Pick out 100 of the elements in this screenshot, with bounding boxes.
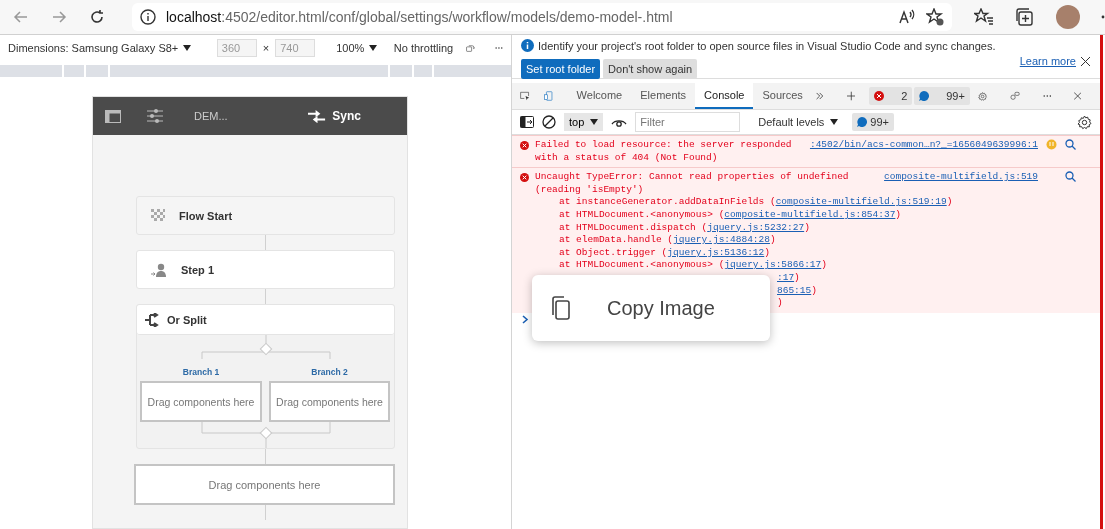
levels-dropdown[interactable]: Default levels [752, 115, 845, 129]
throttling-label[interactable]: No throttling [393, 42, 454, 54]
error-count[interactable]: 2 [869, 87, 913, 105]
avatar[interactable] [1056, 5, 1080, 29]
source-link[interactable]: :17 [777, 271, 795, 283]
source-link[interactable]: jquery.js:5136:12 [667, 246, 765, 258]
tab[interactable]: Elements [631, 83, 696, 109]
clear-console-icon[interactable] [542, 115, 556, 129]
checkered-flag-icon [151, 208, 165, 223]
device-dropdown[interactable]: Dimensions: Samsung Galaxy S8+ [8, 42, 192, 54]
menu-item[interactable]: Copy Image [532, 283, 770, 333]
error-icon [874, 91, 885, 101]
stack-frame: at HTMLDocument.<anonymous> (jquery.js:5866:17) [535, 259, 1092, 272]
ruler-segment [0, 65, 62, 77]
ruler-segment [390, 65, 412, 77]
more-tabs-icon[interactable] [815, 90, 823, 102]
settings-icon[interactable] [1077, 114, 1092, 130]
stack-frame: ) [777, 297, 783, 310]
source-link[interactable]: jquery.js:5232:27 [707, 221, 805, 233]
tab[interactable]: Welcome [567, 83, 632, 109]
source-link[interactable]: 865:15 [777, 284, 812, 296]
sync-button[interactable]: Sync [302, 108, 367, 124]
error-message: Failed to load resource: the server responded with a status of 404 (Not Found) [535, 139, 793, 165]
side-panel-icon[interactable] [105, 109, 121, 123]
stack-frame: at HTMLDocument.<anonymous> (composite-multifield.js:854:37) [535, 208, 1092, 222]
read-aloud-icon[interactable] [898, 9, 916, 25]
swap-arrows-icon [308, 109, 327, 123]
message-count[interactable]: 99+ [852, 113, 894, 131]
drop-zone[interactable]: Drag components here [269, 381, 390, 422]
search-icon[interactable] [1065, 139, 1076, 150]
info-icon [140, 9, 156, 25]
tab[interactable]: Console [695, 83, 754, 109]
tab[interactable]: Sources [753, 83, 812, 109]
drop-zone[interactable]: Drag components here [134, 464, 395, 505]
sidebar-toggle-icon[interactable] [520, 116, 534, 128]
reload-icon[interactable] [89, 9, 105, 25]
dropdown-caret-icon [369, 45, 378, 51]
info-message: Identify your project's root folder to open source files in Visual Studio Code and sync changes. [538, 39, 996, 52]
source-link[interactable]: jquery.js:5866:17 [724, 259, 822, 271]
filter-field[interactable]: Filter [635, 112, 741, 132]
learn-more-link[interactable]: Learn more [1019, 55, 1076, 67]
stack-frame: :17) [777, 271, 800, 285]
info-icon [521, 39, 534, 52]
message-count[interactable]: 99+ [914, 87, 970, 105]
primary-button[interactable]: Set root folder [521, 59, 601, 79]
source-link[interactable]: composite-multifield.js:519:19 [775, 196, 947, 208]
secondary-button[interactable]: Don't show again [603, 59, 698, 79]
stack-frame: at instanceGenerator.addDataInFields (composite-multifield.js:519:19) [535, 196, 1092, 209]
error-icon [520, 141, 529, 150]
collections-icon[interactable] [1015, 7, 1035, 27]
stack-frame: at Object.trigger (jquery.js:5136:12) [535, 246, 1092, 260]
source-link[interactable]: composite-multifield.js:854:37 [724, 208, 896, 220]
favorite-add-icon[interactable] [926, 8, 944, 26]
stack-frame: 865:15) [777, 284, 817, 298]
flow-start-card[interactable]: Flow Start [136, 196, 395, 235]
model-title: DEM... [194, 110, 228, 122]
zoom-dropdown[interactable]: 100% [336, 42, 378, 54]
search-icon[interactable] [1065, 171, 1076, 183]
connected-devices-icon[interactable] [1010, 89, 1020, 103]
ruler-segment [64, 65, 84, 77]
error-icon [520, 173, 529, 183]
source-link[interactable]: jquery.js:4884:28 [673, 234, 770, 246]
copy-icon [550, 296, 570, 320]
error-message: Uncaught TypeError: Cannot read properties of undefined (reading 'isEmpty') [535, 171, 850, 197]
step-card[interactable]: Step 1 [136, 250, 395, 289]
stack-frame: at elemData.handle (jquery.js:4884:28) [535, 234, 1092, 247]
prompt-icon [522, 314, 529, 324]
stack-frame: at HTMLDocument.dispatch (jquery.js:5232:27) [535, 221, 1092, 235]
more-icon[interactable] [1042, 94, 1052, 98]
device-emulation-icon[interactable] [543, 88, 554, 104]
context-dropdown[interactable]: top [564, 113, 604, 131]
ruler-segment [414, 65, 432, 77]
settings-sliders-icon[interactable] [147, 109, 163, 123]
message-icon [919, 91, 930, 101]
close-icon[interactable] [1081, 56, 1090, 66]
back-icon[interactable] [13, 9, 29, 25]
add-tab-icon[interactable] [846, 89, 856, 103]
step-label: Or Split [167, 313, 207, 326]
user-step-icon [151, 262, 167, 277]
more-icon[interactable] [495, 46, 503, 50]
source-link[interactable]: composite-multifield.js:519 [884, 171, 1038, 184]
live-expression-icon[interactable] [611, 117, 628, 127]
dropdown-caret-icon [830, 119, 839, 125]
url-text: localhost:4502/editor.html/conf/global/settings/workflow/models/demo-model-.html [166, 9, 674, 25]
branch-label: Branch 1 [181, 367, 221, 377]
source-link[interactable]: :4502/bin/acs-common…n?_=1656049639996:1 [809, 139, 1038, 152]
split-arrows-icon [145, 312, 159, 327]
ruler-segment [86, 65, 108, 77]
step-label: Flow Start [179, 209, 233, 222]
dropdown-caret-icon [183, 45, 192, 51]
or-split-header[interactable]: Or Split [137, 305, 394, 335]
drop-zone[interactable]: Drag components here [140, 381, 262, 422]
message-icon [857, 117, 868, 127]
favorites-icon[interactable] [974, 8, 994, 26]
branch-label: Branch 2 [310, 367, 349, 377]
address-bar[interactable]: localhost:4502/editor.html/conf/global/settings/workflow/models/demo-model-.html [132, 3, 952, 31]
times-sign: × [262, 42, 270, 54]
dropdown-caret-icon [590, 119, 599, 125]
step-label: Step 1 [181, 263, 214, 276]
forward-icon[interactable] [51, 9, 67, 25]
